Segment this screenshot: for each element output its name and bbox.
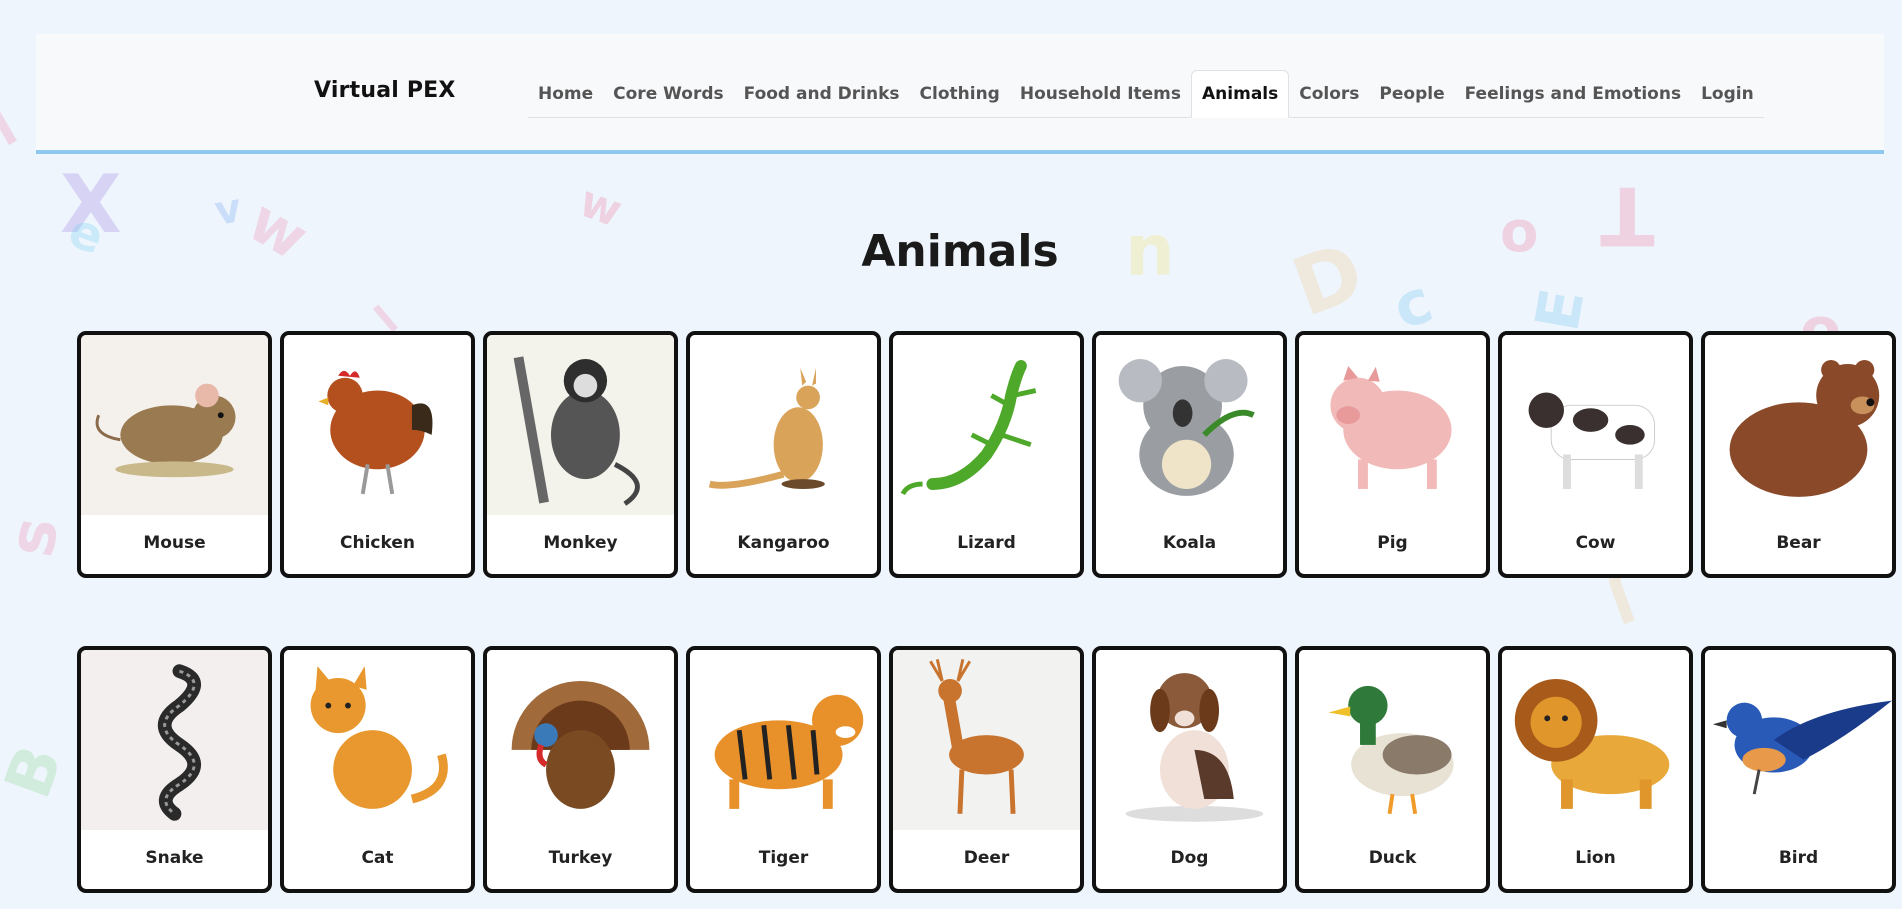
animal-card-label: Cow xyxy=(1575,532,1616,553)
animal-card-label: Turkey xyxy=(548,847,613,868)
animal-card-koala[interactable]: Koala xyxy=(1092,331,1287,578)
nav-item-animals[interactable]: Animals xyxy=(1191,70,1290,118)
animal-card-label: Cat xyxy=(361,847,394,868)
main-nav: Home Core Words Food and Drinks Clothing… xyxy=(528,70,1764,118)
mouse-icon xyxy=(81,335,268,515)
duck-icon xyxy=(1299,650,1486,830)
pig-icon xyxy=(1299,335,1486,515)
animal-card-duck[interactable]: Duck xyxy=(1295,646,1490,893)
animal-card-label: Mouse xyxy=(143,532,206,553)
animal-card-grid: Mouse Chicken Monkey Kangaroo Lizard Koala Pig… xyxy=(77,331,1896,893)
site-header: Virtual PEX Home Core Words Food and Dri… xyxy=(36,34,1884,154)
animal-card-lizard[interactable]: Lizard xyxy=(889,331,1084,578)
animal-card-label: Pig xyxy=(1377,532,1408,553)
nav-item-home[interactable]: Home xyxy=(528,70,603,118)
cat-icon xyxy=(284,650,471,830)
animal-card-dog[interactable]: Dog xyxy=(1092,646,1287,893)
animal-card-label: Monkey xyxy=(543,532,618,553)
nav-item-colors[interactable]: Colors xyxy=(1289,70,1369,118)
turkey-icon xyxy=(487,650,674,830)
animal-card-label: Dog xyxy=(1170,847,1209,868)
animal-card-label: Duck xyxy=(1368,847,1417,868)
animal-card-deer[interactable]: Deer xyxy=(889,646,1084,893)
animal-card-cow[interactable]: Cow xyxy=(1498,331,1693,578)
animal-card-label: Bird xyxy=(1778,847,1819,868)
lion-icon xyxy=(1502,650,1689,830)
animal-card-bear[interactable]: Bear xyxy=(1701,331,1896,578)
dog-icon xyxy=(1096,650,1283,830)
nav-item-people[interactable]: People xyxy=(1369,70,1454,118)
nav-item-household-items[interactable]: Household Items xyxy=(1010,70,1191,118)
animal-card-label: Kangaroo xyxy=(737,532,830,553)
brand-logo[interactable]: Virtual PEX xyxy=(314,78,456,103)
animal-card-label: Tiger xyxy=(758,847,809,868)
nav-item-clothing[interactable]: Clothing xyxy=(910,70,1010,118)
animal-card-label: Snake xyxy=(145,847,204,868)
animal-card-cat[interactable]: Cat xyxy=(280,646,475,893)
chicken-icon xyxy=(284,335,471,515)
animal-card-label: Bear xyxy=(1776,532,1821,553)
monkey-icon xyxy=(487,335,674,515)
nav-item-core-words[interactable]: Core Words xyxy=(603,70,733,118)
animal-card-label: Lion xyxy=(1575,847,1616,868)
animal-card-chicken[interactable]: Chicken xyxy=(280,331,475,578)
animal-card-monkey[interactable]: Monkey xyxy=(483,331,678,578)
animal-card-tiger[interactable]: Tiger xyxy=(686,646,881,893)
animal-card-kangaroo[interactable]: Kangaroo xyxy=(686,331,881,578)
bird-icon xyxy=(1705,650,1892,830)
animal-card-turkey[interactable]: Turkey xyxy=(483,646,678,893)
nav-item-login[interactable]: Login xyxy=(1691,70,1764,118)
animal-card-label: Deer xyxy=(963,847,1010,868)
nav-item-food-and-drinks[interactable]: Food and Drinks xyxy=(734,70,910,118)
animal-card-lion[interactable]: Lion xyxy=(1498,646,1693,893)
animal-card-bird[interactable]: Bird xyxy=(1701,646,1896,893)
snake-icon xyxy=(81,650,268,830)
lizard-icon xyxy=(893,335,1080,515)
animal-card-label: Koala xyxy=(1162,532,1217,553)
animal-card-label: Lizard xyxy=(957,532,1016,553)
tiger-icon xyxy=(690,650,877,830)
page-title: Animals xyxy=(861,226,1059,277)
animal-card-label: Chicken xyxy=(340,532,415,553)
animal-card-snake[interactable]: Snake xyxy=(77,646,272,893)
bear-icon xyxy=(1705,335,1892,515)
koala-icon xyxy=(1096,335,1283,515)
nav-item-feelings-and-emotions[interactable]: Feelings and Emotions xyxy=(1455,70,1691,118)
kangaroo-icon xyxy=(690,335,877,515)
animal-card-mouse[interactable]: Mouse xyxy=(77,331,272,578)
animal-card-pig[interactable]: Pig xyxy=(1295,331,1490,578)
cow-icon xyxy=(1502,335,1689,515)
deer-icon xyxy=(893,650,1080,830)
